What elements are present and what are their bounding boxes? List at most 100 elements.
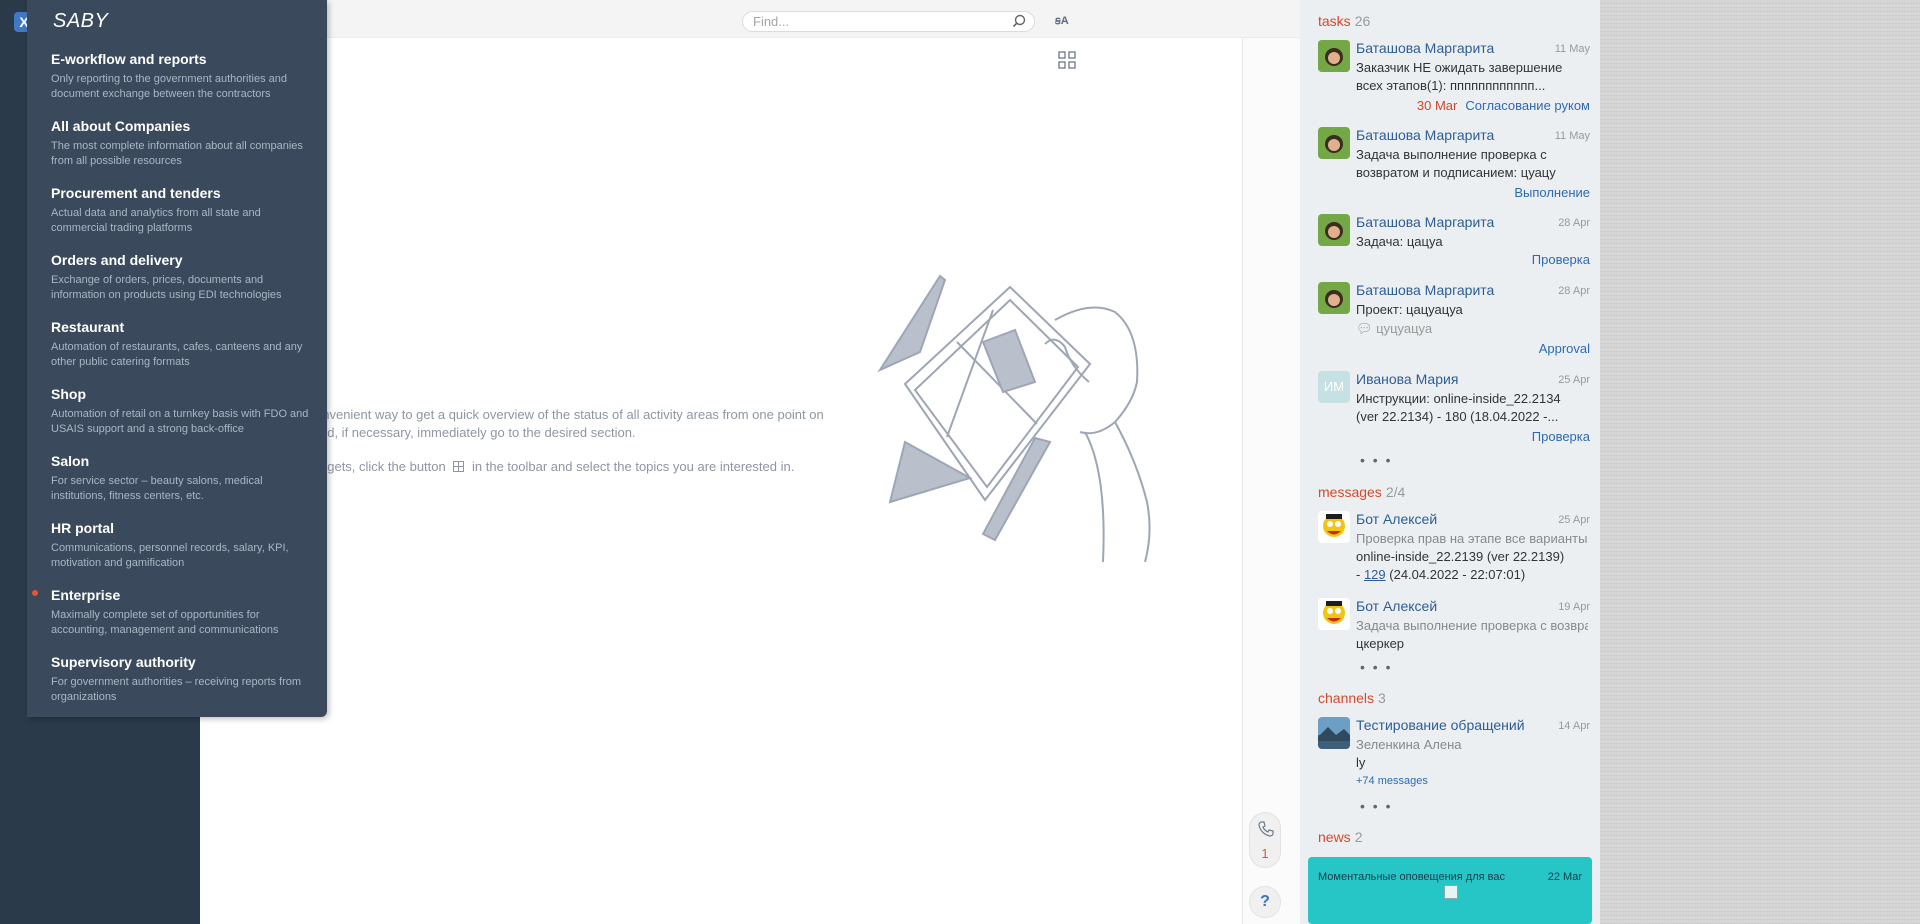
menu-item-title: Supervisory authority xyxy=(51,654,196,670)
menu-item-title: Restaurant xyxy=(51,319,125,335)
menu-item-title: Shop xyxy=(51,386,86,402)
task-author[interactable]: Иванова Мария xyxy=(1356,371,1458,387)
menu-item-salon[interactable]: Salon For service sector – beauty salons… xyxy=(51,452,315,504)
message-item[interactable]: Бот Алексей 25 Apr Проверка прав на этап… xyxy=(1318,511,1590,589)
search-icon[interactable] xyxy=(1012,14,1026,28)
saby-logo[interactable]: SABY xyxy=(53,10,108,33)
task-stage[interactable]: Approval xyxy=(1539,341,1590,356)
message-text-line: - 129 (24.04.2022 - 22:07:01) xyxy=(1356,566,1588,584)
task-stage[interactable]: Проверка xyxy=(1532,429,1590,444)
inline-grid-icon xyxy=(453,461,465,472)
channel-date: 14 Apr xyxy=(1558,720,1590,732)
channel-avatar xyxy=(1318,717,1350,749)
news-header[interactable]: news 2 xyxy=(1318,829,1362,845)
empty-state-text-part: dgets, click the button xyxy=(320,459,446,474)
phone-button[interactable]: 1 xyxy=(1249,812,1281,868)
task-item[interactable]: Баташова Маргарита 28 Apr Проект: цацуац… xyxy=(1318,282,1590,362)
menu-item-title: Orders and delivery xyxy=(51,252,183,268)
avatar xyxy=(1318,282,1350,314)
tasks-label: tasks xyxy=(1318,13,1351,29)
task-author[interactable]: Баташова Маргарита xyxy=(1356,214,1494,230)
message-date: 25 Apr xyxy=(1558,514,1590,526)
menu-item-desc: Communications, personnel records, salar… xyxy=(51,542,289,569)
empty-state-illustration xyxy=(877,274,1151,562)
message-text-line: online-inside_22.2139 (ver 22.2139) xyxy=(1356,549,1565,564)
task-stage[interactable]: Проверка xyxy=(1532,252,1590,267)
channels-count: 3 xyxy=(1378,690,1386,706)
menu-item-desc: Actual data and analytics from all state… xyxy=(51,207,261,234)
font-size-icon[interactable]: ꞩA xyxy=(1055,14,1069,27)
bot-avatar xyxy=(1318,511,1350,543)
menu-item-title: HR portal xyxy=(51,520,114,536)
task-text: Инструкции: online-inside_22.2134 (ver 2… xyxy=(1356,390,1588,426)
tasks-count: 26 xyxy=(1354,13,1371,29)
menu-item-desc: Only reporting to the government authori… xyxy=(51,73,288,100)
channels-more-icon[interactable]: • • • xyxy=(1360,798,1392,814)
menu-item-title: All about Companies xyxy=(51,118,191,134)
task-text-line: возвратом и подписанием: цуацу xyxy=(1356,165,1556,180)
messages-more-icon[interactable]: • • • xyxy=(1360,659,1392,675)
background-texture xyxy=(1600,0,1920,924)
message-text: Задача выполнение проверка с возвратом ц… xyxy=(1356,617,1588,653)
bot-avatar xyxy=(1318,598,1350,630)
menu-item-enterprise[interactable]: Enterprise Maximally complete set of opp… xyxy=(51,586,315,638)
task-text-line: (ver 22.2134) - 180 (18.04.2022 -... xyxy=(1356,409,1559,424)
channel-item[interactable]: Тестирование обращений 14 Apr Зеленкина … xyxy=(1318,717,1590,797)
task-item[interactable]: ИМ Иванова Мария 25 Apr Инструкции: onli… xyxy=(1318,371,1590,449)
news-date: 22 Mar xyxy=(1547,871,1582,883)
avatar xyxy=(1318,127,1350,159)
phone-icon xyxy=(1258,821,1274,837)
menu-item-desc: Maximally complete set of opportunities … xyxy=(51,609,279,636)
widgets-grid-icon[interactable] xyxy=(1058,51,1076,69)
message-link[interactable]: 129 xyxy=(1364,567,1386,582)
empty-state-text: onvenient way to get a quick overview of… xyxy=(315,407,824,422)
message-text-part: (24.04.2022 - 22:07:01) xyxy=(1385,567,1526,582)
empty-state-text-part: in the toolbar and select the topics you… xyxy=(472,459,795,474)
task-item[interactable]: Баташова Маргарита 11 May Заказчик НЕ ож… xyxy=(1318,40,1590,118)
menu-item-title: Enterprise xyxy=(51,587,121,603)
menu-item-restaurant[interactable]: Restaurant Automation of restaurants, ca… xyxy=(51,318,315,370)
task-author[interactable]: Баташова Маргарита xyxy=(1356,127,1494,143)
menu-item-shop[interactable]: Shop Automation of retail on a turnkey b… xyxy=(51,385,315,437)
channels-header[interactable]: channels 3 xyxy=(1318,690,1386,706)
menu-item-desc: Automation of restaurants, cafes, cantee… xyxy=(51,341,303,368)
help-button[interactable]: ? xyxy=(1249,886,1281,918)
channel-more-messages[interactable]: +74 messages xyxy=(1356,772,1588,790)
menu-item-title: E-workflow and reports xyxy=(51,51,207,67)
news-card[interactable]: Моментальные оповещения для вас 22 Mar xyxy=(1308,857,1592,924)
menu-item-hr-portal[interactable]: HR portal Communications, personnel reco… xyxy=(51,519,315,571)
broken-image-icon xyxy=(1444,885,1458,899)
tasks-header[interactable]: tasks 26 xyxy=(1318,13,1370,29)
task-item[interactable]: Баташова Маргарита 11 May Задача выполне… xyxy=(1318,127,1590,200)
message-author[interactable]: Бот Алексей xyxy=(1356,598,1437,614)
task-author[interactable]: Баташова Маргарита xyxy=(1356,282,1494,298)
message-item[interactable]: Бот Алексей 19 Apr Задача выполнение про… xyxy=(1318,598,1590,658)
notification-dot xyxy=(32,590,38,596)
tasks-more-icon[interactable]: • • • xyxy=(1360,452,1392,468)
menu-item-companies[interactable]: All about Companies The most complete in… xyxy=(51,117,315,169)
task-stage[interactable]: Согласование руком xyxy=(1465,98,1590,113)
avatar xyxy=(1318,40,1350,72)
menu-item-procurement[interactable]: Procurement and tenders Actual data and … xyxy=(51,184,315,236)
task-stage[interactable]: Выполнение xyxy=(1514,185,1590,200)
messages-label: messages xyxy=(1318,484,1382,500)
menu-item-desc: For government authorities – receiving r… xyxy=(51,676,302,703)
message-text-line: Проверка прав на этапе все варианты xyxy=(1356,531,1588,546)
search-box[interactable] xyxy=(742,11,1035,32)
task-date: 28 Apr xyxy=(1558,217,1590,229)
task-item[interactable]: Баташова Маргарита 28 Apr Задача: цацуа … xyxy=(1318,214,1590,274)
task-text: Задача: цацуа xyxy=(1356,234,1443,249)
menu-item-desc: Exchange of orders, prices, documents an… xyxy=(51,274,282,301)
channel-title[interactable]: Тестирование обращений xyxy=(1356,717,1525,733)
message-date: 19 Apr xyxy=(1558,601,1590,613)
menu-item-supervisory[interactable]: Supervisory authority For government aut… xyxy=(51,653,315,705)
empty-state-text: nd, if necessary, immediately go to the … xyxy=(320,425,636,440)
search-input[interactable] xyxy=(743,12,993,31)
menu-item-desc: The most complete information about all … xyxy=(51,140,303,167)
messages-header[interactable]: messages 2/4 xyxy=(1318,484,1405,500)
menu-item-orders[interactable]: Orders and delivery Exchange of orders, … xyxy=(51,251,315,303)
message-author[interactable]: Бот Алексей xyxy=(1356,511,1437,527)
task-author[interactable]: Баташова Маргарита xyxy=(1356,40,1494,56)
menu-item-e-workflow[interactable]: E-workflow and reports Only reporting to… xyxy=(51,50,315,102)
task-status: 30 Mar Согласование руком xyxy=(1417,98,1590,113)
